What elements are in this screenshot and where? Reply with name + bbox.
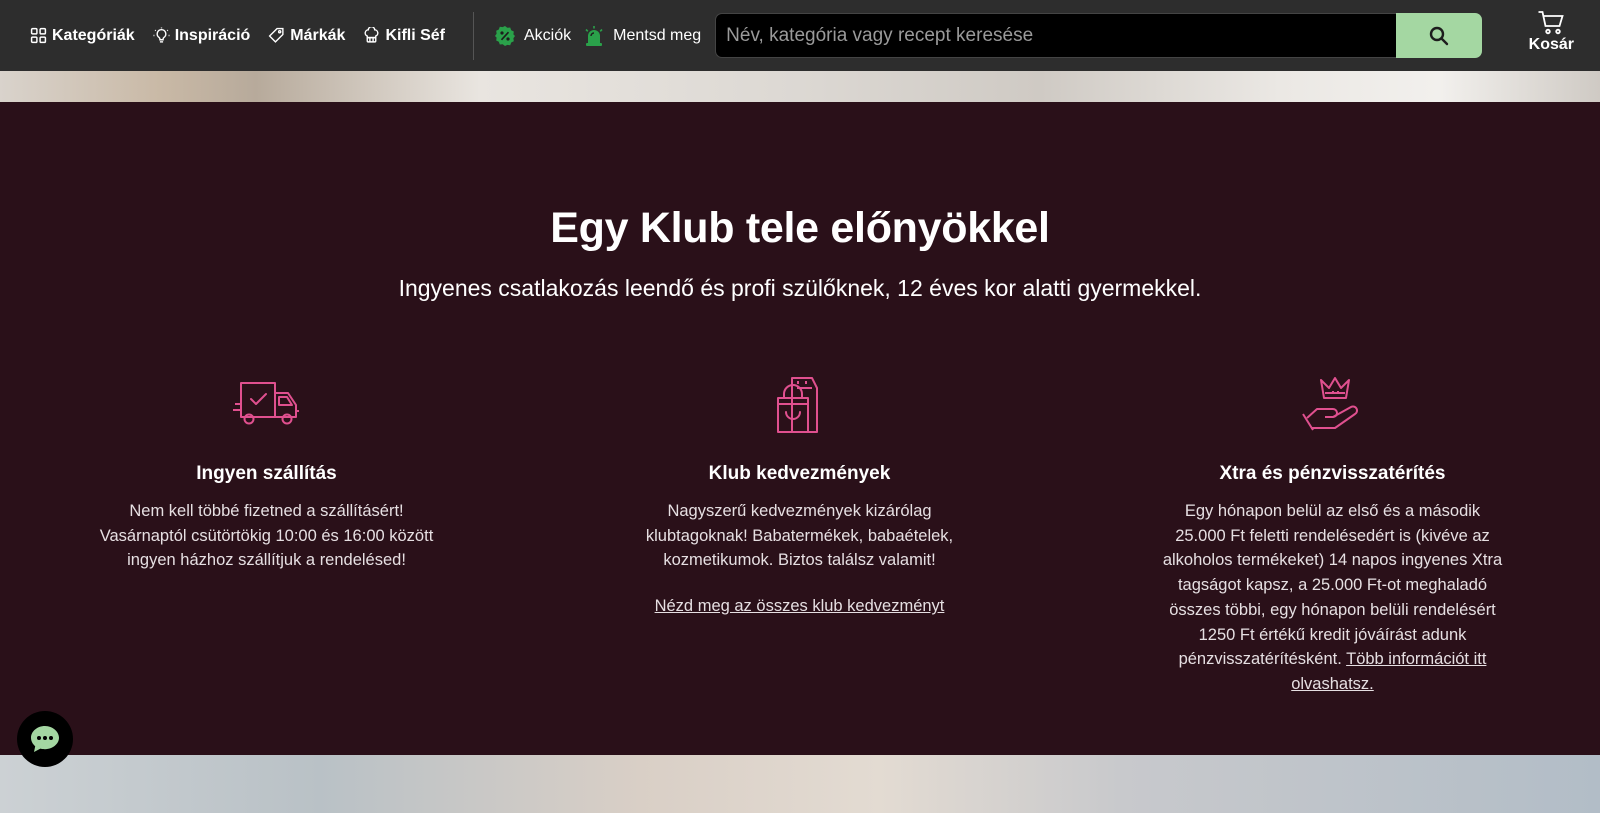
feature-text-body: Egy hónapon belül az első és a második 2…: [1162, 502, 1503, 669]
delivery-truck-icon: [232, 382, 299, 425]
tag-icon: [268, 27, 284, 43]
nav-inspiration-label: Inspiráció: [174, 26, 251, 44]
main-nav: Kategóriák Inspiráció Márkák Kifli Séf: [0, 0, 463, 71]
grid-icon: [30, 27, 47, 44]
lightbulb-icon: [153, 27, 170, 43]
feature-club-discounts: Klub kedvezmények Nagyszerű kedvezmények…: [533, 374, 1066, 697]
all-discounts-link[interactable]: Nézd meg az összes klub kedvezményt: [655, 597, 945, 616]
nav-inspiration[interactable]: Inspiráció: [153, 26, 251, 45]
hero-image-bottom: [0, 755, 1600, 813]
nav-brands[interactable]: Márkák: [268, 27, 345, 45]
club-subtitle: Ingyenes csatlakozás leendő és profi szü…: [398, 275, 1202, 301]
nav-chef-label: Kifli Séf: [385, 26, 445, 44]
search-bar: [715, 13, 1483, 58]
nav-save[interactable]: Mentsd meg: [583, 25, 701, 47]
search-button[interactable]: [1396, 13, 1483, 58]
siren-icon: [585, 25, 603, 46]
club-features: Ingyen szállítás Nem kell többé fizetned…: [0, 374, 1600, 697]
nav-categories[interactable]: Kategóriák: [30, 27, 135, 45]
cart-button[interactable]: Kosár: [1529, 10, 1574, 54]
hero-image-top: [0, 71, 1600, 102]
feature-title: Xtra és pénzvisszatérítés: [1219, 463, 1446, 484]
percent-badge-icon: [495, 25, 515, 46]
nav-chef[interactable]: Kifli Séf: [363, 27, 445, 45]
nav-deals[interactable]: Akciók: [494, 25, 571, 47]
cart-icon: [1538, 11, 1565, 35]
chat-button[interactable]: [17, 711, 73, 767]
crown-hand-icon: [1301, 377, 1358, 431]
shopping-bags-icon: [776, 377, 818, 433]
nav-brands-label: Márkák: [290, 26, 346, 44]
nav-divider: [473, 11, 474, 60]
feature-text: Nagyszerű kedvezmények kizárólag klubtag…: [645, 502, 954, 570]
top-navigation: Kategóriák Inspiráció Márkák Kifli Séf A…: [0, 0, 1600, 71]
chat-icon: [31, 726, 59, 752]
feature-text: Egy hónapon belül az első és a második 2…: [1163, 499, 1503, 697]
feature-title: Ingyen szállítás: [196, 463, 337, 484]
cart-label: Kosár: [1528, 36, 1574, 53]
club-section: Egy Klub tele előnyökkel Ingyenes csatla…: [0, 102, 1600, 755]
chef-hat-icon: [364, 27, 379, 43]
club-title: Egy Klub tele előnyökkel: [550, 204, 1050, 252]
feature-title: Klub kedvezmények: [708, 463, 891, 484]
nav-deals-label: Akciók: [524, 26, 572, 44]
nav-categories-label: Kategóriák: [52, 26, 135, 44]
search-input[interactable]: [715, 13, 1397, 58]
search-icon: [1429, 26, 1449, 45]
feature-free-delivery: Ingyen szállítás Nem kell többé fizetned…: [0, 374, 533, 697]
nav-save-label: Mentsd meg: [613, 26, 702, 44]
feature-text: Nem kell többé fizetned a szállításért! …: [99, 502, 434, 570]
feature-xtra-cashback: Xtra és pénzvisszatérítés Egy hónapon be…: [1066, 374, 1599, 697]
